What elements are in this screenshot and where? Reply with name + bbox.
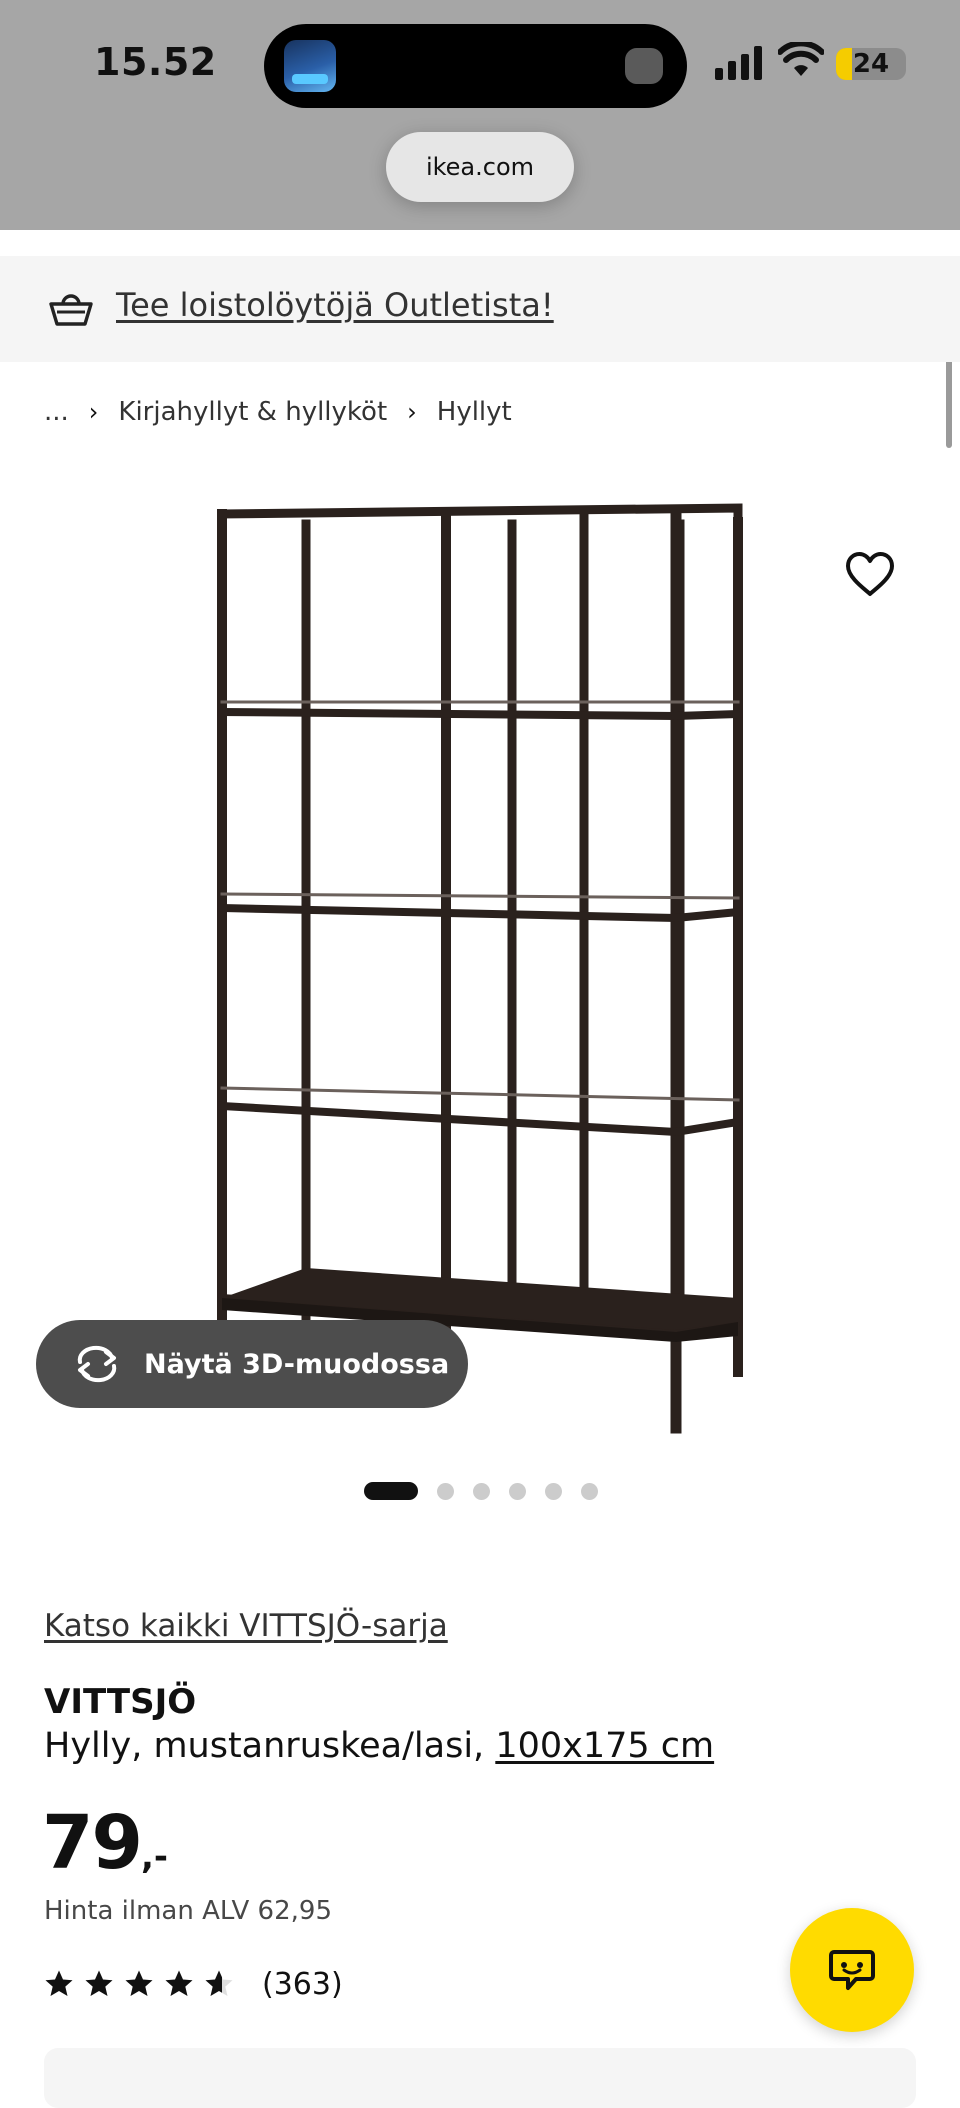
breadcrumb: ... › Kirjahyllyt & hyllyköt › Hyllyt bbox=[44, 392, 512, 432]
product-description: Hylly, mustanruskea/lasi, 100x175 cm bbox=[44, 1726, 714, 1766]
star-icon bbox=[85, 1970, 113, 1996]
carousel-dot[interactable] bbox=[545, 1482, 562, 1500]
battery-indicator: 24 bbox=[836, 48, 906, 80]
app-thumbnail-icon bbox=[284, 40, 336, 92]
price-suffix: ,- bbox=[140, 1837, 169, 1877]
image-carousel-dots bbox=[364, 1480, 617, 1502]
heart-icon[interactable] bbox=[844, 550, 896, 598]
chat-bubble-icon bbox=[829, 1950, 875, 1990]
series-link[interactable]: Katso kaikki VITTSJÖ-sarja bbox=[44, 1608, 448, 1644]
island-indicator-icon bbox=[625, 48, 663, 84]
next-section-card bbox=[44, 2048, 916, 2108]
outlet-link[interactable]: Tee loistolöytöjä Outletista! bbox=[116, 286, 554, 324]
rating-stars bbox=[44, 1969, 244, 1999]
product-rating[interactable]: (363) bbox=[44, 1964, 343, 2004]
url-bar[interactable]: ikea.com bbox=[386, 132, 574, 202]
breadcrumb-item-bookcases[interactable]: Kirjahyllyt & hyllyköt bbox=[118, 397, 387, 427]
carousel-dot[interactable] bbox=[581, 1482, 598, 1500]
breadcrumb-ellipsis[interactable]: ... bbox=[44, 397, 69, 427]
star-icon bbox=[205, 1970, 233, 1996]
price-integer: 79 bbox=[42, 1800, 143, 1886]
view-3d-button[interactable]: Näytä 3D-muodossa bbox=[36, 1320, 468, 1408]
product-price: 79,- bbox=[42, 1800, 168, 1886]
carousel-dot[interactable] bbox=[509, 1482, 526, 1500]
product-size-link[interactable]: 100x175 cm bbox=[495, 1726, 714, 1766]
wifi-icon bbox=[778, 42, 824, 76]
basket-icon bbox=[49, 294, 93, 326]
battery-percentage: 24 bbox=[852, 49, 890, 79]
view-3d-label: Näytä 3D-muodossa bbox=[144, 1348, 450, 1380]
product-image[interactable] bbox=[200, 480, 760, 1440]
chevron-right-icon: › bbox=[407, 398, 417, 426]
chat-button[interactable] bbox=[790, 1908, 914, 2032]
product-name: VITTSJÖ bbox=[44, 1682, 197, 1722]
review-count[interactable]: (363) bbox=[262, 1967, 343, 2002]
price-without-vat: Hinta ilman ALV 62,95 bbox=[44, 1896, 332, 1926]
carousel-dot[interactable] bbox=[437, 1482, 454, 1500]
carousel-dot-active[interactable] bbox=[364, 1482, 418, 1500]
browser-chrome: 15.52 24 ikea.com bbox=[0, 0, 960, 230]
star-icon bbox=[165, 1970, 193, 1996]
star-icon bbox=[45, 1970, 73, 1996]
rotate-3d-icon bbox=[77, 1345, 117, 1383]
chevron-right-icon: › bbox=[88, 398, 99, 426]
cellular-signal-icon bbox=[715, 46, 762, 80]
status-time: 15.52 bbox=[94, 40, 217, 84]
dynamic-island bbox=[264, 24, 687, 108]
product-type: Hylly, mustanruskea/lasi, bbox=[44, 1726, 485, 1766]
breadcrumb-item-shelves[interactable]: Hyllyt bbox=[437, 397, 512, 427]
carousel-dot[interactable] bbox=[473, 1482, 490, 1500]
star-icon bbox=[125, 1970, 153, 1996]
